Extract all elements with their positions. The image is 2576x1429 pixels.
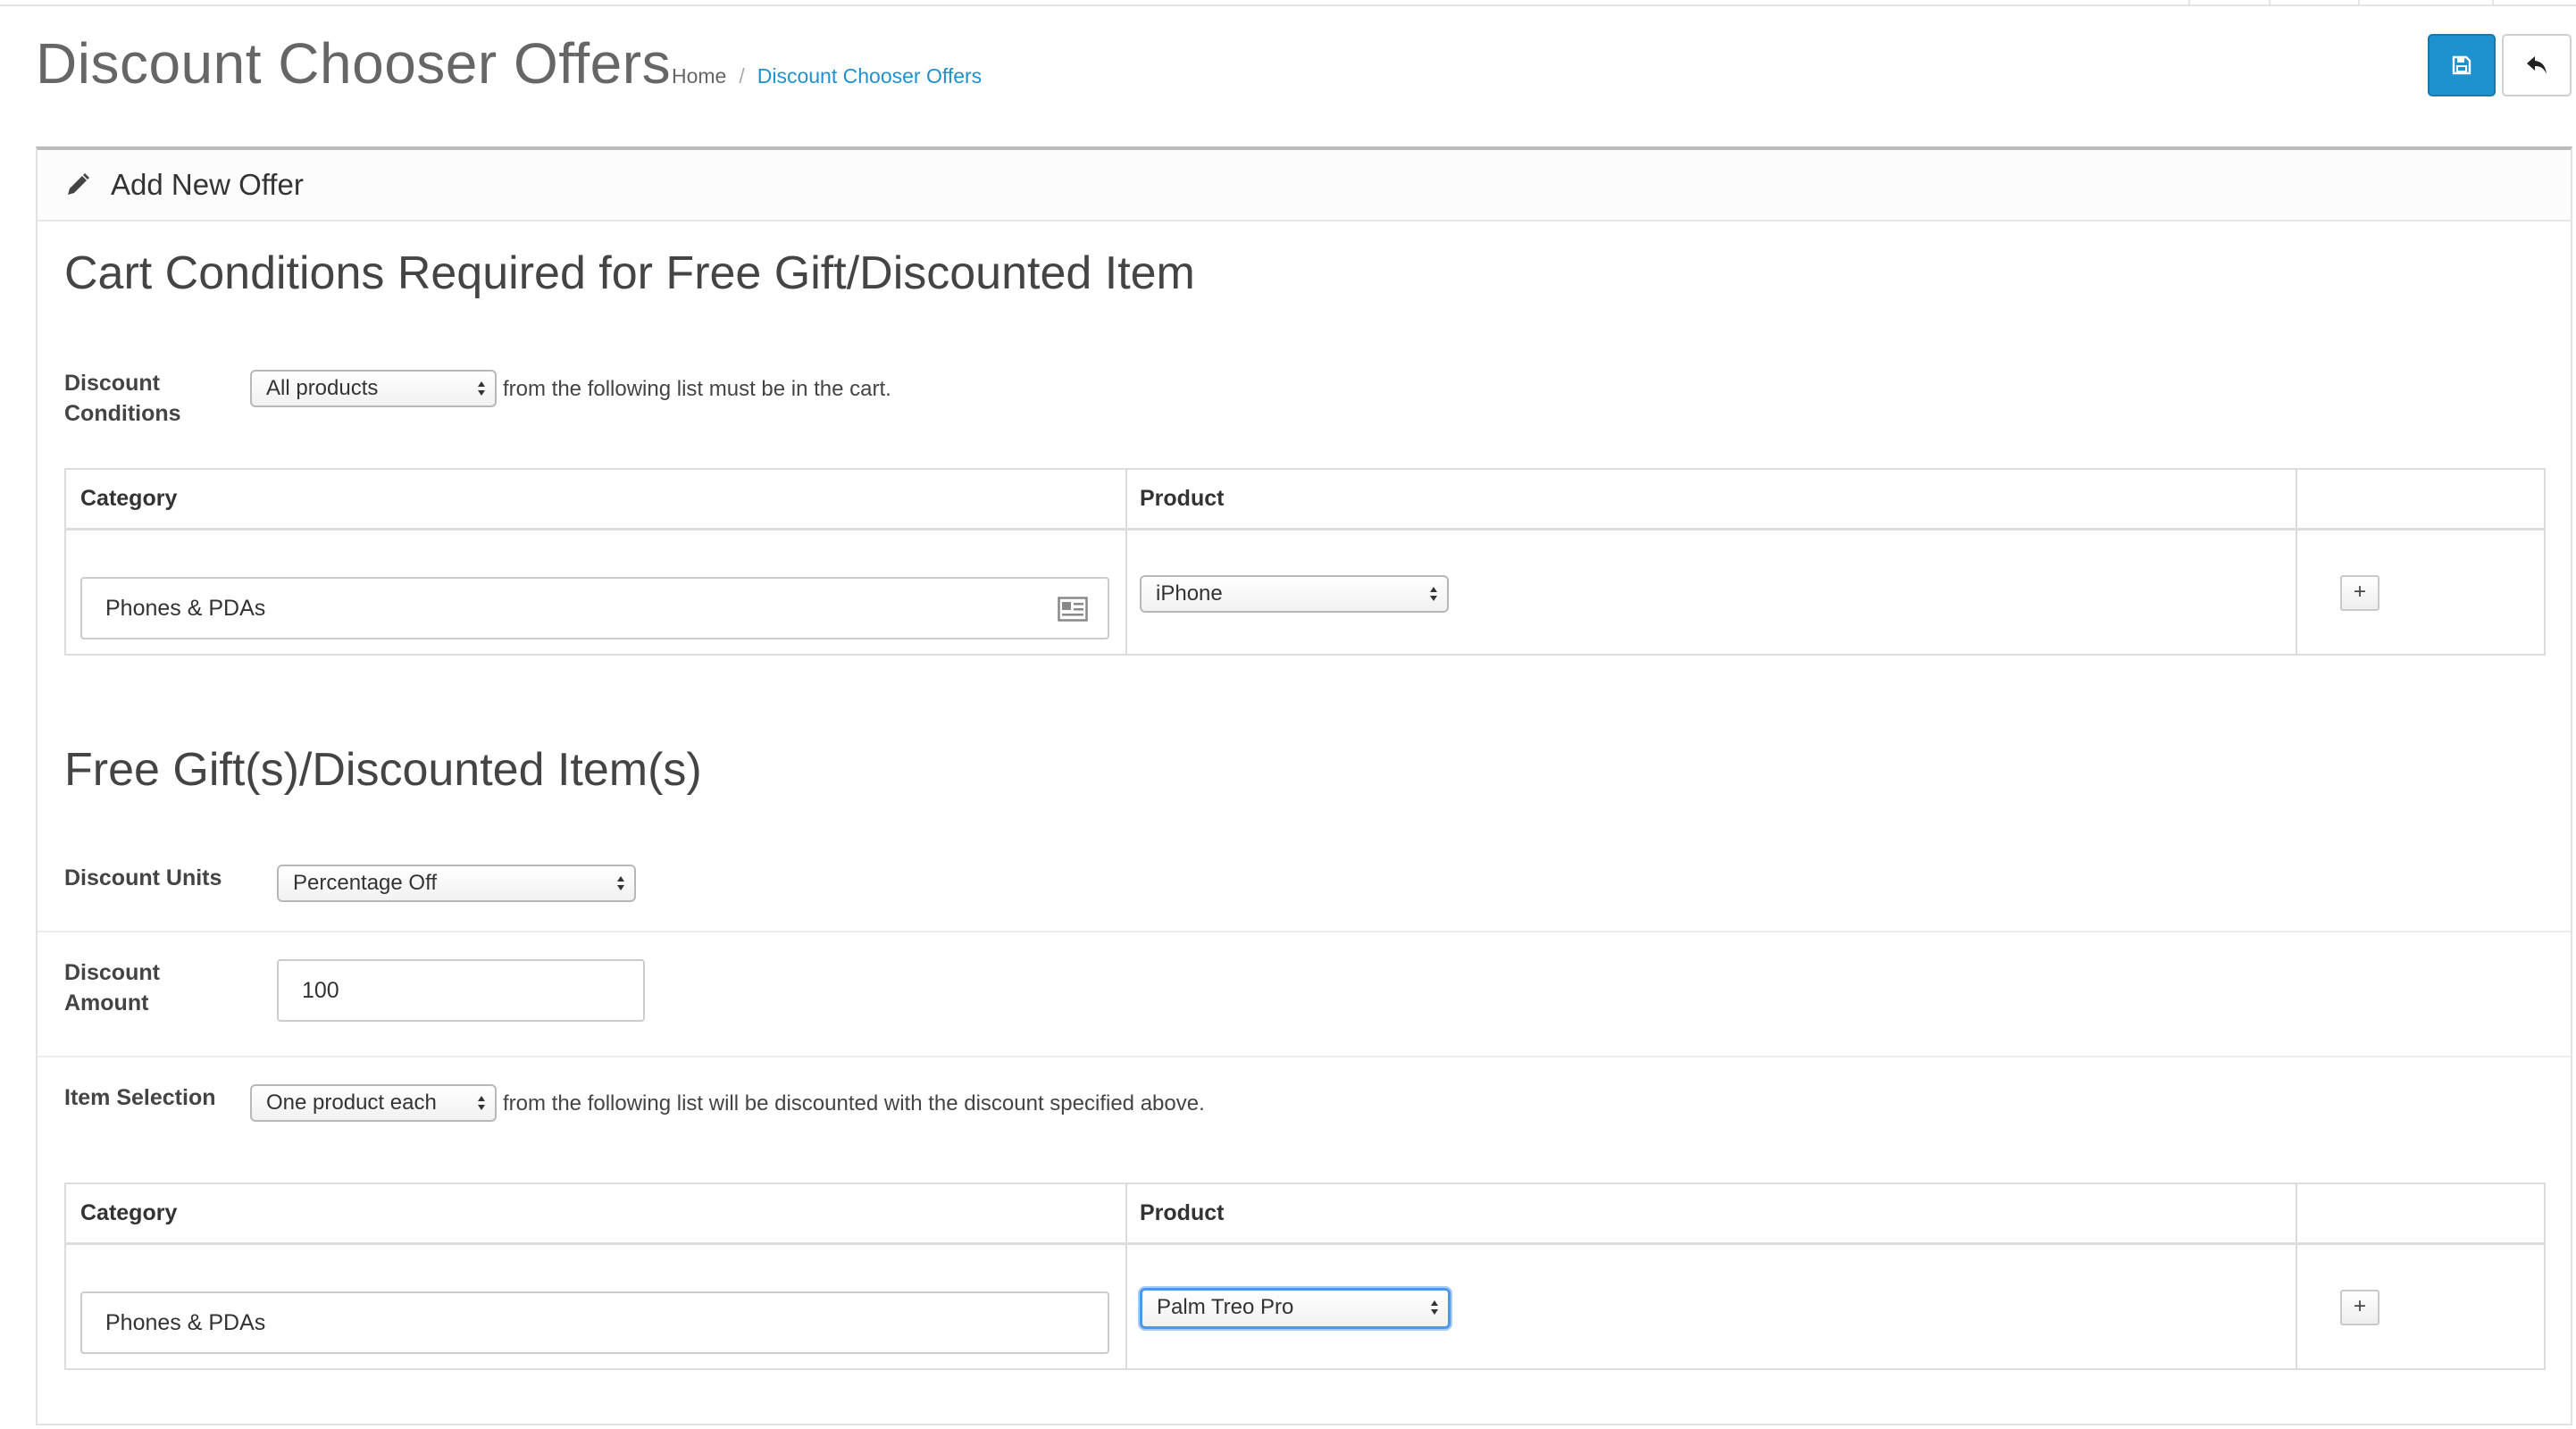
discount-units-label: Discount Units	[64, 865, 222, 890]
select-arrows-icon	[478, 381, 485, 396]
cart-conditions-table: Category Product Phones & PDAs iPhone +	[64, 468, 2546, 656]
save-button[interactable]	[2428, 34, 2496, 96]
select-arrows-icon	[478, 1096, 485, 1110]
discount-conditions-label-line: Conditions	[64, 401, 181, 426]
breadcrumb-current-link[interactable]: Discount Chooser Offers	[757, 64, 982, 88]
offer-panel: Add New Offer Cart Conditions Required f…	[36, 146, 2572, 1425]
navbar-separator	[2188, 0, 2190, 6]
discount-conditions-label: Discount Conditions	[64, 368, 181, 429]
pencil-icon	[64, 171, 91, 198]
column-header-product: Product	[1140, 486, 1225, 511]
reply-icon	[2524, 54, 2549, 77]
discount-units-select-value: Percentage Off	[293, 871, 437, 895]
column-header-category: Category	[80, 486, 178, 511]
category-picker-icon[interactable]	[1058, 597, 1088, 622]
form-divider	[38, 1056, 2571, 1057]
product-select-value: iPhone	[1156, 581, 1223, 606]
category-input-value: Phones & PDAs	[105, 596, 266, 621]
item-selection-suffix: from the following list will be discount…	[503, 1091, 1205, 1116]
table-header-row	[66, 470, 2544, 531]
discount-amount-input[interactable]: 100	[277, 959, 645, 1022]
breadcrumb-separator: /	[739, 64, 745, 88]
back-button[interactable]	[2502, 34, 2572, 96]
product-select[interactable]: iPhone	[1140, 575, 1449, 613]
category-autocomplete-input[interactable]: Phones & PDAs	[80, 1291, 1109, 1354]
page-title: Discount Chooser Offers	[36, 31, 672, 96]
breadcrumb: Home / Discount Chooser Offers	[672, 64, 982, 88]
item-selection-label: Item Selection	[64, 1085, 216, 1110]
free-gift-table: Category Product Phones & PDAs Palm Treo…	[64, 1182, 2546, 1370]
save-icon	[2452, 55, 2471, 75]
add-row-button[interactable]: +	[2340, 575, 2379, 611]
category-autocomplete-input[interactable]: Phones & PDAs	[80, 577, 1109, 639]
select-arrows-icon	[1431, 1300, 1438, 1315]
item-selection-select-value: One product each	[266, 1091, 437, 1115]
panel-heading-title: Add New Offer	[111, 168, 304, 201]
select-arrows-icon	[617, 876, 624, 890]
navbar-separator	[2492, 0, 2494, 6]
discount-amount-label: Discount Amount	[64, 957, 160, 1018]
free-gift-title: Free Gift(s)/Discounted Item(s)	[64, 744, 702, 796]
column-divider	[2296, 470, 2297, 654]
top-navbar-edge	[0, 0, 2576, 6]
panel-heading: Add New Offer	[38, 150, 2571, 221]
navbar-separator	[2358, 0, 2360, 6]
discount-conditions-suffix: from the following list must be in the c…	[503, 377, 891, 401]
product-select[interactable]: Palm Treo Pro	[1140, 1288, 1451, 1329]
select-arrows-icon	[1430, 587, 1437, 601]
column-header-category: Category	[80, 1200, 178, 1225]
discount-conditions-select[interactable]: All products	[250, 370, 497, 407]
discount-amount-label-line: Discount	[64, 960, 160, 985]
item-selection-select[interactable]: One product each	[250, 1084, 497, 1122]
column-divider	[1125, 1184, 1127, 1368]
table-header-row	[66, 1184, 2544, 1245]
add-row-button[interactable]: +	[2340, 1290, 2379, 1325]
discount-conditions-label-line: Discount	[64, 371, 160, 396]
form-divider	[38, 931, 2571, 932]
breadcrumb-home-link[interactable]: Home	[672, 64, 726, 88]
column-header-product: Product	[1140, 1200, 1225, 1225]
discount-conditions-select-value: All products	[266, 376, 379, 400]
discount-units-select[interactable]: Percentage Off	[277, 865, 636, 902]
column-divider	[1125, 470, 1127, 654]
cart-conditions-title: Cart Conditions Required for Free Gift/D…	[64, 247, 1195, 299]
navbar-separator	[2269, 0, 2271, 6]
column-divider	[2296, 1184, 2297, 1368]
product-select-value: Palm Treo Pro	[1157, 1295, 1294, 1319]
discount-amount-label-line: Amount	[64, 990, 149, 1015]
